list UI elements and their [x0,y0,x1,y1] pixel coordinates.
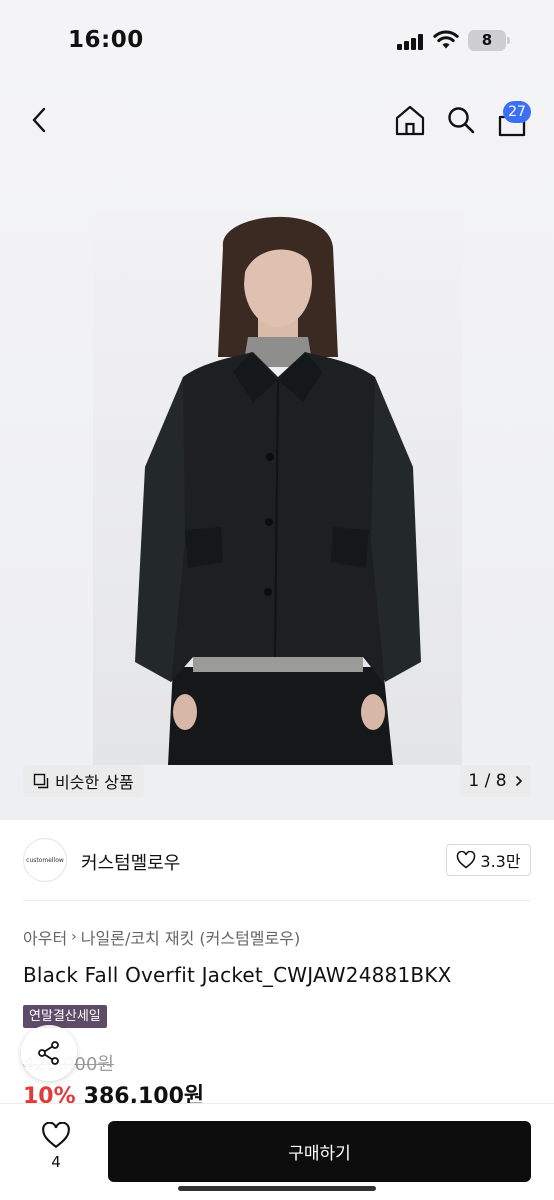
wifi-icon [433,30,459,49]
status-time: 16:00 [68,27,144,53]
divider [23,900,531,901]
copy-icon [33,773,49,789]
buy-button[interactable]: 구매하기 [108,1121,531,1182]
sale-badge: 연말결산세일 [23,1005,107,1028]
home-indicator [178,1186,376,1191]
heart-icon [457,851,476,869]
breadcrumb: 아우터 › 나일론/코치 재킷 (커스텀멜로우) [23,925,300,949]
similar-products-label: 비슷한 상품 [55,773,134,792]
similar-products-button[interactable]: 비슷한 상품 [23,765,144,797]
chevron-right-icon [515,775,522,787]
image-pager[interactable]: 1 / 8 [460,765,531,797]
search-icon [448,107,475,134]
battery-icon: 8 [468,30,506,51]
wishlist-count: 4 [51,1153,61,1171]
brand-name[interactable]: 커스텀멜로우 [81,849,180,875]
battery-level: 8 [481,31,493,49]
back-icon [32,107,46,133]
share-button[interactable] [21,1025,77,1081]
back-button[interactable] [20,100,60,140]
home-icon [395,105,425,136]
product-photo [93,212,462,765]
brand-logo[interactable]: customellow [23,838,67,882]
brand-logo-text: customellow [26,856,64,864]
home-button[interactable] [390,100,430,140]
signal-icon [397,34,423,50]
chevron-right-icon: › [71,929,77,945]
search-button[interactable] [441,100,481,140]
battery-tip [507,37,510,44]
brand-like-count: 3.3만 [480,852,521,871]
share-icon [38,1041,59,1065]
image-pager-label: 1 / 8 [468,771,507,791]
cart-count-badge: 27 [503,101,531,123]
breadcrumb-item[interactable]: 나일론/코치 재킷 (커스텀멜로우) [81,925,300,949]
breadcrumb-item[interactable]: 아우터 [23,925,67,949]
brand-like-button[interactable]: 3.3만 [446,844,531,876]
product-title: Black Fall Overfit Jacket_CWJAW24881BKX [23,963,452,987]
product-image[interactable] [93,212,462,765]
wishlist-button[interactable]: 4 [34,1122,78,1171]
heart-icon [42,1122,70,1149]
